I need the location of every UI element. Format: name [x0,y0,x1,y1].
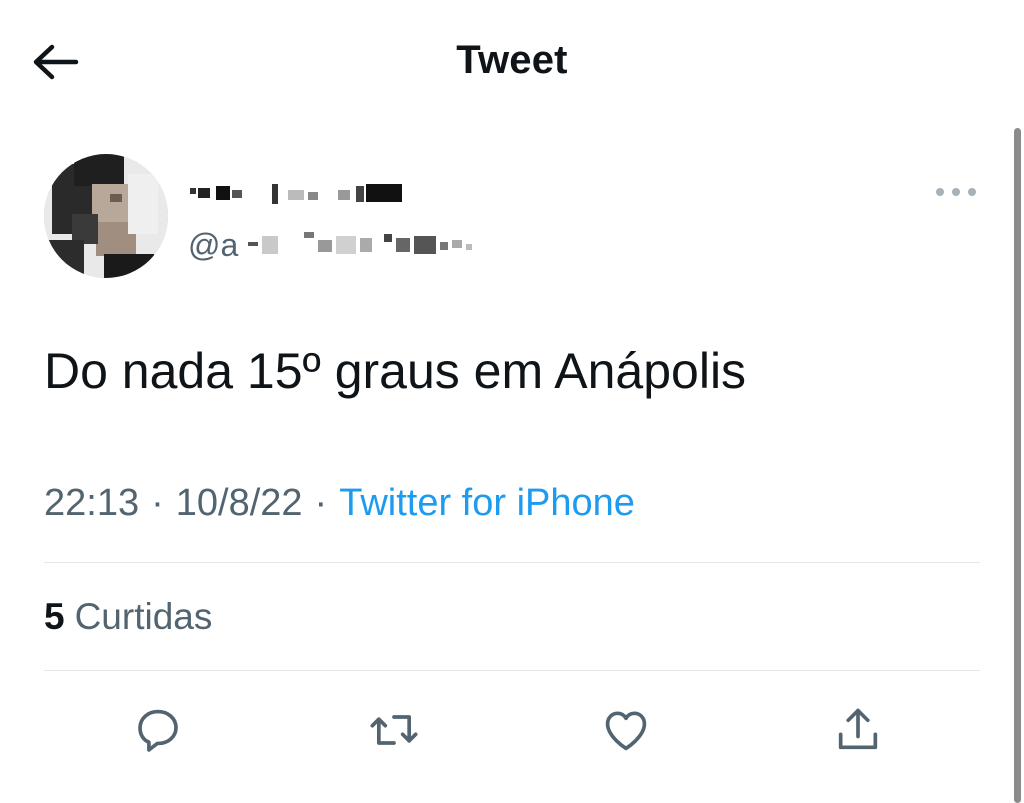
handle-redacted [248,228,488,260]
retweet-icon [370,715,418,745]
likes-count: 5 [44,596,65,637]
likes-label: Curtidas [74,596,213,637]
likes-stat[interactable]: 5 Curtidas [44,596,212,638]
avatar-image [44,154,168,278]
more-options-button[interactable] [930,178,982,206]
separator: · [151,482,164,524]
page-title: Tweet [456,38,568,82]
tweet-source-link[interactable]: Twitter for iPhone [339,482,635,524]
reply-icon [138,709,178,752]
share-button[interactable] [828,700,888,760]
author-handle[interactable]: @a [188,227,238,264]
retweet-button[interactable] [364,700,424,760]
avatar[interactable] [44,154,168,278]
more-horizontal-icon [936,188,976,196]
top-bar: Tweet [0,0,1024,120]
like-button[interactable] [596,700,656,760]
tweet-meta: 22:13 · 10/8/22 · Twitter for iPhone [44,482,635,525]
divider [44,670,980,671]
tweet-detail-page: Tweet @a Do nada 15º graus em Anápolis 2… [0,0,1024,803]
divider [44,562,980,563]
tweet-text: Do nada 15º graus em Anápolis [44,343,747,399]
author-name-redacted[interactable] [188,180,408,208]
tweet-date: 10/8/22 [175,482,303,524]
reply-button[interactable] [128,700,188,760]
heart-icon [605,711,647,751]
separator: · [314,482,328,524]
share-icon [838,708,878,750]
scrollbar-thumb[interactable] [1014,128,1021,803]
tweet-time: 22:13 [44,482,140,524]
